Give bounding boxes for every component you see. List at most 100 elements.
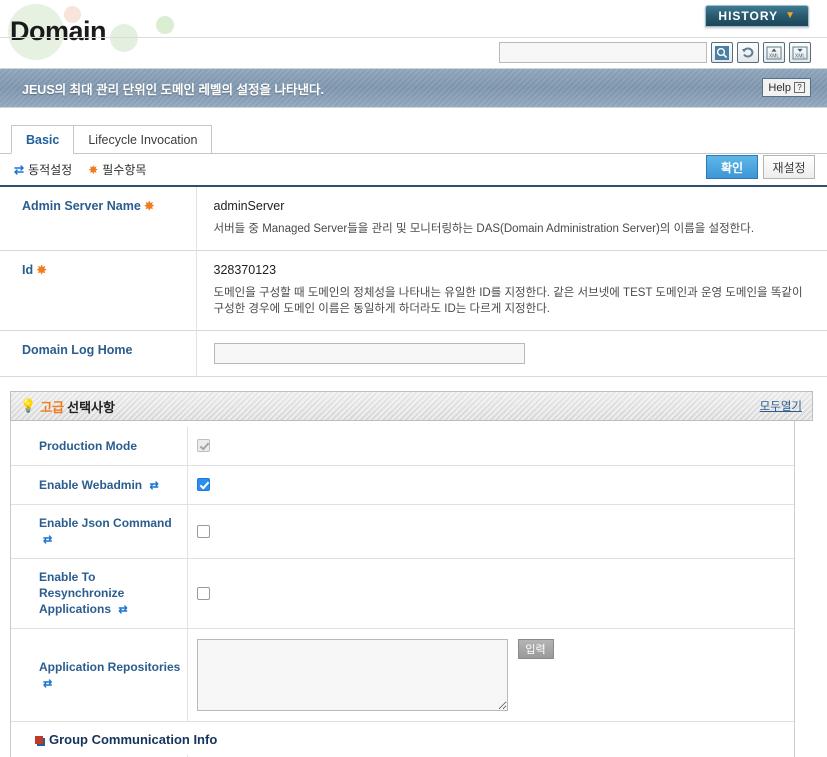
dynamic-config-icon: ⇄	[149, 479, 159, 492]
id-value: 328370123	[213, 262, 277, 277]
open-all-link[interactable]: 모두열기	[760, 398, 802, 414]
xml-upload-icon: XML	[766, 46, 782, 59]
id-description: 도메인을 구성할 때 도메인의 정체성을 나타내는 유일한 ID를 지정한다. …	[213, 286, 803, 316]
tab-bar: Basic Lifecycle Invocation	[0, 124, 827, 154]
id-label-cell: Id ✸	[0, 250, 197, 331]
advanced-options-header: 💡 고급 선택사항 모두열기	[10, 391, 813, 422]
domain-log-home-label: Domain Log Home	[22, 343, 133, 358]
application-repositories-label: Application Repositories	[39, 659, 181, 674]
application-repositories-label-cell: Application Repositories ⇄	[11, 628, 188, 722]
top-divider	[0, 37, 827, 38]
legend-required-field: ✸ 필수항목	[88, 161, 146, 178]
required-field-icon: ✸	[36, 262, 47, 277]
confirm-button[interactable]: 확인	[706, 155, 758, 179]
enable-json-command-checkbox[interactable]	[196, 524, 210, 538]
svg-text:XML: XML	[795, 53, 806, 59]
dynamic-config-icon: ⇄	[43, 677, 53, 690]
top-bar: Domain HISTORY ▼ XML XML	[0, 0, 827, 68]
enable-webadmin-value-cell	[187, 466, 794, 505]
xml-upload-icon-button[interactable]: XML	[763, 42, 785, 63]
required-field-icon: ✸	[88, 162, 99, 177]
dynamic-config-icon: ⇄	[118, 604, 128, 617]
search-icon	[715, 45, 729, 60]
legend-required-field-label: 필수항목	[102, 163, 147, 177]
help-button[interactable]: Help ?	[762, 78, 811, 97]
page-title: Domain	[10, 16, 107, 46]
advanced-title-rest: 선택사항	[67, 399, 115, 415]
application-repositories-row: 입력	[196, 639, 785, 712]
domain-log-home-label-cell: Domain Log Home	[0, 330, 197, 377]
info-banner: JEUS의 최대 관리 단위인 도메인 레벨의 설정을 나타낸다. Help ?	[0, 68, 827, 108]
table-row-application-repositories: Application Repositories ⇄ 입력	[11, 628, 794, 722]
domain-log-home-value-cell	[196, 331, 827, 377]
tab-basic[interactable]: Basic	[11, 125, 75, 154]
dynamic-config-icon: ⇄	[43, 534, 53, 547]
decorative-circle-medium	[110, 24, 138, 52]
xml-download-icon-button[interactable]: XML	[789, 42, 811, 63]
production-mode-label-cell: Production Mode	[11, 427, 188, 466]
basic-form-table: Admin Server Name ✸ adminServer 서버들 중 Ma…	[0, 187, 827, 377]
production-mode-label: Production Mode	[39, 438, 137, 453]
table-row-admin-server-name: Admin Server Name ✸ adminServer 서버들 중 Ma…	[0, 187, 827, 251]
enable-webadmin-label: Enable Webadmin	[39, 477, 143, 492]
enable-webadmin-label-cell: Enable Webadmin ⇄	[11, 465, 188, 505]
enable-json-command-label-cell: Enable Json Command ⇄	[11, 504, 188, 559]
production-mode-value-cell	[187, 427, 794, 466]
question-mark-icon: ?	[794, 82, 805, 93]
enable-to-resynchronize-applications-label: Enable To Resynchronize Applications	[39, 570, 125, 617]
application-repositories-value-cell: 입력	[187, 629, 794, 722]
enable-json-command-label: Enable Json Command	[39, 516, 172, 531]
table-row-id: Id ✸ 328370123 도메인을 구성할 때 도메인의 정체성을 나타내는…	[0, 250, 827, 331]
tab-lifecycle-invocation[interactable]: Lifecycle Invocation	[73, 125, 213, 154]
help-button-label: Help	[768, 81, 791, 94]
bulb-icon: 💡	[20, 398, 37, 414]
tab-lifecycle-invocation-label: Lifecycle Invocation	[88, 132, 198, 147]
search-toolbar: XML XML	[499, 42, 811, 63]
search-icon-button[interactable]	[711, 42, 733, 63]
refresh-icon-button[interactable]	[737, 42, 759, 63]
application-repositories-textarea[interactable]	[196, 639, 508, 712]
application-repositories-input-button[interactable]: 입력	[517, 639, 554, 660]
section-marker-icon	[35, 735, 43, 744]
advanced-options-table: Production Mode Enable Webadmin ⇄ Enable…	[11, 427, 794, 722]
tab-basic-label: Basic	[26, 132, 60, 147]
table-row-enable-to-resynchronize-applications: Enable To Resynchronize Applications ⇄	[11, 558, 794, 629]
admin-server-name-label-cell: Admin Server Name ✸	[0, 187, 197, 251]
enable-webadmin-checkbox[interactable]	[196, 478, 210, 492]
advanced-options-panel: 💡 고급 선택사항 모두열기 Production Mode Enable We…	[0, 391, 827, 757]
id-label: Id	[22, 262, 34, 277]
production-mode-checkbox	[196, 439, 210, 453]
table-row-production-mode: Production Mode	[11, 427, 794, 466]
enable-json-command-value-cell	[187, 505, 794, 559]
table-row-enable-json-command: Enable Json Command ⇄	[11, 504, 794, 559]
group-communication-info-header: Group Communication Info	[11, 722, 794, 755]
enable-to-resynchronize-applications-value-cell	[187, 559, 794, 629]
history-button-label: HISTORY	[718, 9, 779, 23]
legend-action-bar: ⇄ 동적설정 ✸ 필수항목 확인 재설정	[0, 154, 827, 187]
admin-server-name-label: Admin Server Name	[22, 199, 141, 213]
admin-server-name-value: adminServer	[213, 199, 285, 213]
reset-button[interactable]: 재설정	[763, 155, 815, 179]
required-field-icon: ✸	[144, 199, 155, 213]
domain-log-home-input[interactable]	[213, 343, 525, 365]
info-banner-text: JEUS의 최대 관리 단위인 도메인 레벨의 설정을 나타낸다.	[22, 82, 324, 97]
advanced-options-body: Production Mode Enable Webadmin ⇄ Enable…	[10, 421, 795, 757]
enable-to-resynchronize-applications-checkbox[interactable]	[196, 586, 210, 600]
table-row-enable-webadmin: Enable Webadmin ⇄	[11, 465, 794, 505]
decorative-circle-small	[156, 16, 174, 34]
legend-dynamic-config-label: 동적설정	[28, 163, 73, 177]
form-action-buttons: 확인 재설정	[706, 155, 815, 179]
svg-text:XML: XML	[769, 53, 780, 59]
dynamic-config-icon: ⇄	[14, 162, 25, 177]
table-row-domain-log-home: Domain Log Home	[0, 330, 827, 377]
search-input[interactable]	[499, 42, 707, 63]
history-button[interactable]: HISTORY ▼	[705, 5, 809, 27]
admin-server-name-value-cell: adminServer 서버들 중 Managed Server들을 관리 및 …	[196, 187, 827, 250]
id-value-cell: 328370123 도메인을 구성할 때 도메인의 정체성을 나타내는 유일한 …	[196, 250, 827, 330]
advanced-title-accent: 고급	[40, 399, 65, 415]
refresh-icon	[741, 47, 753, 58]
admin-server-name-description: 서버들 중 Managed Server들을 관리 및 모니터링하는 DAS(D…	[213, 223, 755, 235]
legend-dynamic-config: ⇄ 동적설정	[14, 161, 72, 178]
chevron-down-icon: ▼	[785, 10, 796, 21]
xml-download-icon: XML	[792, 46, 808, 59]
